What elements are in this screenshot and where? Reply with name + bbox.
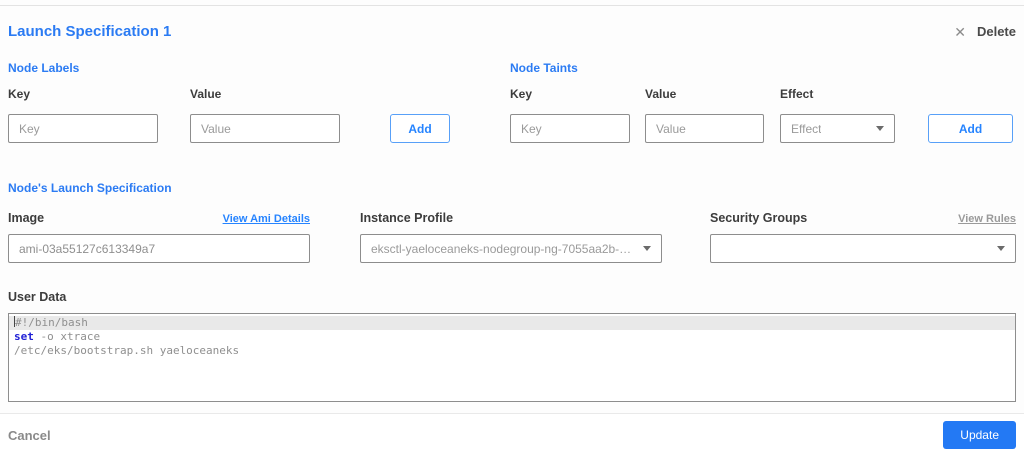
page-title: Launch Specification 1 bbox=[8, 23, 172, 40]
user-data-label: User Data bbox=[8, 290, 67, 304]
chevron-down-icon bbox=[997, 246, 1005, 251]
code-token-plain: /etc/eks/bootstrap.sh yaeloceaneks bbox=[14, 344, 240, 357]
instance-profile-field-group: Instance Profile eksctl-yaeloceaneks-nod… bbox=[360, 211, 662, 263]
code-token-keyword: set bbox=[14, 330, 34, 343]
chevron-down-icon bbox=[876, 126, 884, 131]
user-data-editor[interactable]: #!/bin/bash set -o xtrace/etc/eks/bootstr… bbox=[8, 313, 1016, 402]
code-line: set -o xtrace bbox=[9, 330, 1015, 344]
instance-profile-select[interactable]: eksctl-yaeloceaneks-nodegroup-ng-7055aa2… bbox=[360, 234, 662, 263]
node-labels-title: Node Labels bbox=[8, 61, 80, 75]
security-groups-label: Security Groups bbox=[710, 211, 808, 225]
node-labels-key-input[interactable] bbox=[8, 114, 158, 143]
update-button[interactable]: Update bbox=[943, 421, 1016, 449]
code-token-plain: #!/bin/bash bbox=[15, 316, 88, 329]
node-labels-value-label: Value bbox=[190, 87, 222, 101]
launch-spec-title: Node's Launch Specification bbox=[8, 181, 172, 195]
delete-button[interactable]: ✕ Delete bbox=[954, 24, 1016, 39]
instance-profile-label: Instance Profile bbox=[360, 211, 454, 225]
cancel-button[interactable]: Cancel bbox=[8, 428, 51, 443]
code-line: /etc/eks/bootstrap.sh yaeloceaneks bbox=[9, 344, 1015, 358]
node-labels-add-button[interactable]: Add bbox=[390, 114, 450, 143]
node-taints-value-input[interactable] bbox=[645, 114, 764, 143]
code-line: #!/bin/bash bbox=[9, 316, 1015, 330]
instance-profile-value: eksctl-yaeloceaneks-nodegroup-ng-7055aa2… bbox=[371, 241, 635, 256]
top-divider bbox=[0, 5, 1024, 6]
view-rules-link[interactable]: View Rules bbox=[958, 213, 1016, 225]
delete-label: Delete bbox=[976, 24, 1016, 39]
image-field-group: Image View Ami Details bbox=[8, 211, 310, 263]
view-ami-details-link[interactable]: View Ami Details bbox=[223, 213, 310, 225]
image-label: Image bbox=[8, 211, 45, 225]
node-taints-effect-placeholder: Effect bbox=[791, 121, 822, 136]
node-taints-add-button[interactable]: Add bbox=[928, 114, 1013, 143]
node-labels-value-input[interactable] bbox=[190, 114, 340, 143]
code-token-plain: -o xtrace bbox=[33, 330, 101, 343]
node-taints-effect-label: Effect bbox=[780, 87, 814, 101]
node-taints-value-label: Value bbox=[645, 87, 677, 101]
node-labels-key-label: Key bbox=[8, 87, 31, 101]
image-input[interactable] bbox=[8, 234, 310, 263]
node-taints-key-input[interactable] bbox=[510, 114, 630, 143]
spec-header: Launch Specification 1 ✕ Delete bbox=[8, 23, 1016, 40]
node-taints-effect-select[interactable]: Effect bbox=[780, 114, 895, 143]
node-taints-title: Node Taints bbox=[510, 61, 578, 75]
security-groups-select[interactable] bbox=[710, 234, 1016, 263]
node-labels-section: Node Labels Key Value Add bbox=[8, 61, 510, 143]
node-taints-key-label: Key bbox=[510, 87, 533, 101]
security-groups-field-group: Security Groups View Rules bbox=[710, 211, 1016, 263]
close-icon[interactable]: ✕ bbox=[954, 25, 966, 39]
user-data-section: User Data #!/bin/bash set -o xtrace/etc/e… bbox=[8, 290, 1016, 402]
chevron-down-icon bbox=[643, 246, 651, 251]
node-taints-section: Node Taints Key Value Effect Effect bbox=[510, 61, 1016, 143]
